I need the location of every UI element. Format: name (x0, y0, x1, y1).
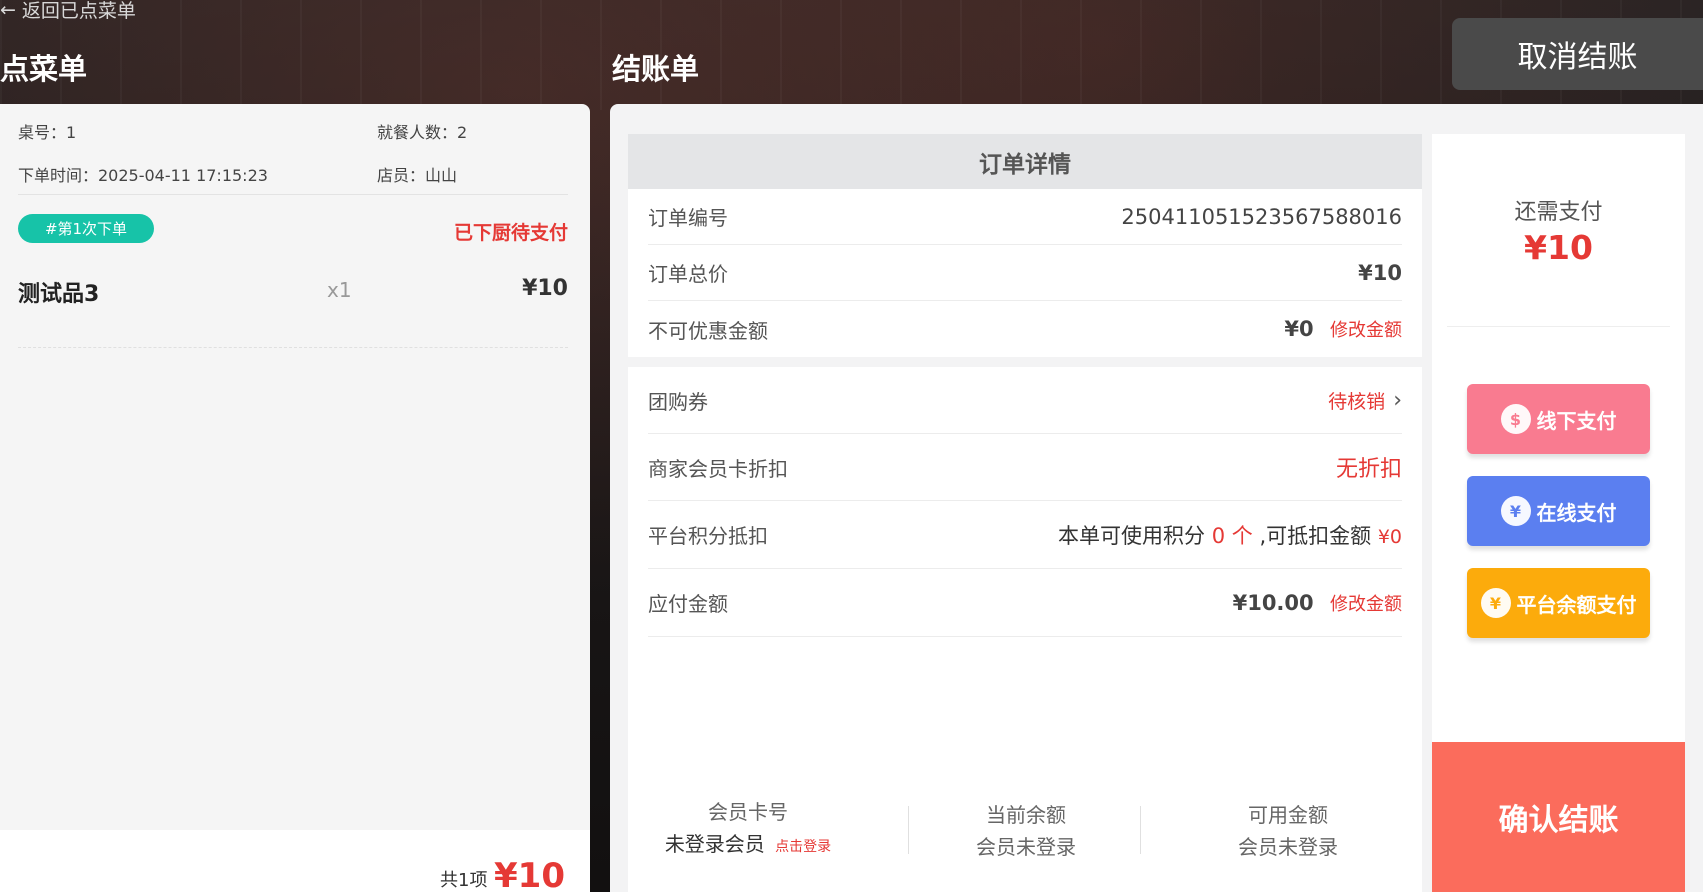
order-number-label: 订单编号 (648, 206, 728, 230)
available-value: 会员未登录 (1238, 835, 1338, 859)
money-bag-icon: ¥ (1480, 588, 1511, 618)
payment-column: 还需支付 ¥10 $ 线下支付 ¥ 在线支付 ¥ 平台余额支付 确认结账 (1432, 134, 1685, 892)
checkout-panel: 订单详情 订单编号 250411051523567588016 订单总价 ¥10… (610, 104, 1703, 892)
available-label: 可用金额 (1248, 803, 1328, 827)
balance-label: 当前余额 (986, 803, 1066, 827)
edit-payable-link[interactable]: 修改金额 (1330, 594, 1402, 615)
amount-due-label: 还需支付 (1514, 200, 1603, 225)
non-discount-label: 不可优惠金额 (648, 318, 768, 343)
table-number: 桌号：1 (18, 123, 77, 142)
order-time: 下单时间：2025-04-11 17:15:23 (18, 166, 268, 185)
amount-due-value: ¥10 (1524, 228, 1593, 267)
payable-label: 应付金额 (648, 592, 728, 616)
member-card-label: 会员卡号 (708, 800, 788, 824)
back-link-label: 返回已点菜单 (21, 0, 136, 22)
stat-divider (1140, 806, 1141, 854)
coupon-label: 团购券 (648, 389, 708, 414)
order-list-panel: 桌号：1 就餐人数：2 下单时间：2025-04-11 17:15:23 店员：… (0, 104, 590, 892)
balance-pay-label: 平台余额支付 (1516, 592, 1637, 617)
member-card-value: 未登录会员 (664, 832, 765, 856)
checkout-title: 结账单 (612, 52, 700, 86)
staff-name: 店员：山山 (377, 166, 458, 185)
order-total-value: ¥10 (1358, 260, 1402, 285)
order-details-header: 订单详情 (628, 134, 1422, 189)
member-login-link[interactable]: 点击登录 (775, 839, 831, 855)
item-count: 共1项 (440, 870, 488, 891)
background-decoration (0, 0, 1703, 110)
item-divider (18, 347, 568, 348)
balance-pay-button[interactable]: ¥ 平台余额支付 (1467, 568, 1650, 638)
order-summary-bar: 共1项 ¥10 (0, 830, 590, 892)
online-pay-button[interactable]: ¥ 在线支付 (1467, 476, 1650, 546)
chevron-right-icon: › (1393, 387, 1402, 413)
order-total-label: 订单总价 (648, 262, 728, 286)
order-number-row: 订单编号 250411051523567588016 (648, 189, 1402, 245)
item-quantity: x1 (327, 278, 352, 302)
order-details-card: 订单详情 订单编号 250411051523567588016 订单总价 ¥10… (628, 134, 1422, 892)
balance-stat: 当前余额 会员未登录 (906, 799, 1146, 863)
balance-value: 会员未登录 (976, 835, 1076, 859)
diners-count: 就餐人数：2 (377, 123, 468, 142)
points-text-b: ,可抵扣金额 (1259, 523, 1372, 548)
points-row: 平台积分抵扣 本单可使用积分 0 个 ,可抵扣金额 ¥0 (648, 501, 1402, 569)
available-stat: 可用金额 会员未登录 (1168, 799, 1408, 863)
points-count: 0 个 (1211, 523, 1253, 548)
member-discount-row: 商家会员卡折扣 无折扣 (648, 434, 1402, 501)
back-link[interactable]: ← 返回已点菜单 (0, 0, 136, 23)
points-amount: ¥0 (1377, 525, 1402, 548)
order-number-value: 250411051523567588016 (1121, 204, 1402, 229)
member-discount-value: 无折扣 (1335, 457, 1402, 482)
section-gap (628, 357, 1422, 367)
points-label: 平台积分抵扣 (648, 524, 768, 548)
non-discount-row: 不可优惠金额 ¥0 修改金额 (648, 301, 1402, 357)
order-total-row: 订单总价 ¥10 (648, 245, 1402, 301)
points-text-a: 本单可使用积分 (1058, 523, 1206, 548)
coupon-row[interactable]: 团购券 待核销 › (648, 367, 1402, 434)
online-pay-label: 在线支付 (1536, 500, 1617, 525)
cloud-yen-icon: ¥ (1500, 496, 1531, 526)
payment-divider (1447, 326, 1670, 327)
info-divider (18, 194, 568, 195)
order-status: 已下厨待支付 (453, 222, 568, 244)
edit-non-discount-link[interactable]: 修改金额 (1330, 320, 1402, 341)
offline-pay-label: 线下支付 (1536, 408, 1617, 433)
item-price: ¥10 (522, 276, 568, 301)
non-discount-value: ¥0 (1284, 317, 1314, 341)
coupon-status: 待核销 (1328, 390, 1386, 413)
member-discount-label: 商家会员卡折扣 (648, 456, 788, 481)
payable-value: ¥10.00 (1232, 590, 1314, 615)
order-total: ¥10 (494, 856, 565, 892)
member-card-stat: 会员卡号 未登录会员 点击登录 (628, 796, 868, 863)
order-batch-badge: #第1次下单 (18, 214, 154, 243)
order-list-title: 点菜单 (0, 52, 88, 86)
offline-pay-button[interactable]: $ 线下支付 (1467, 384, 1650, 454)
payable-row: 应付金额 ¥10.00 修改金额 (648, 569, 1402, 637)
item-name: 测试品3 (18, 282, 100, 307)
arrow-left-icon: ← (0, 0, 16, 21)
coins-icon: $ (1500, 404, 1531, 434)
cancel-checkout-button[interactable]: 取消结账 (1452, 18, 1703, 90)
confirm-checkout-button[interactable]: 确认结账 (1432, 742, 1685, 892)
